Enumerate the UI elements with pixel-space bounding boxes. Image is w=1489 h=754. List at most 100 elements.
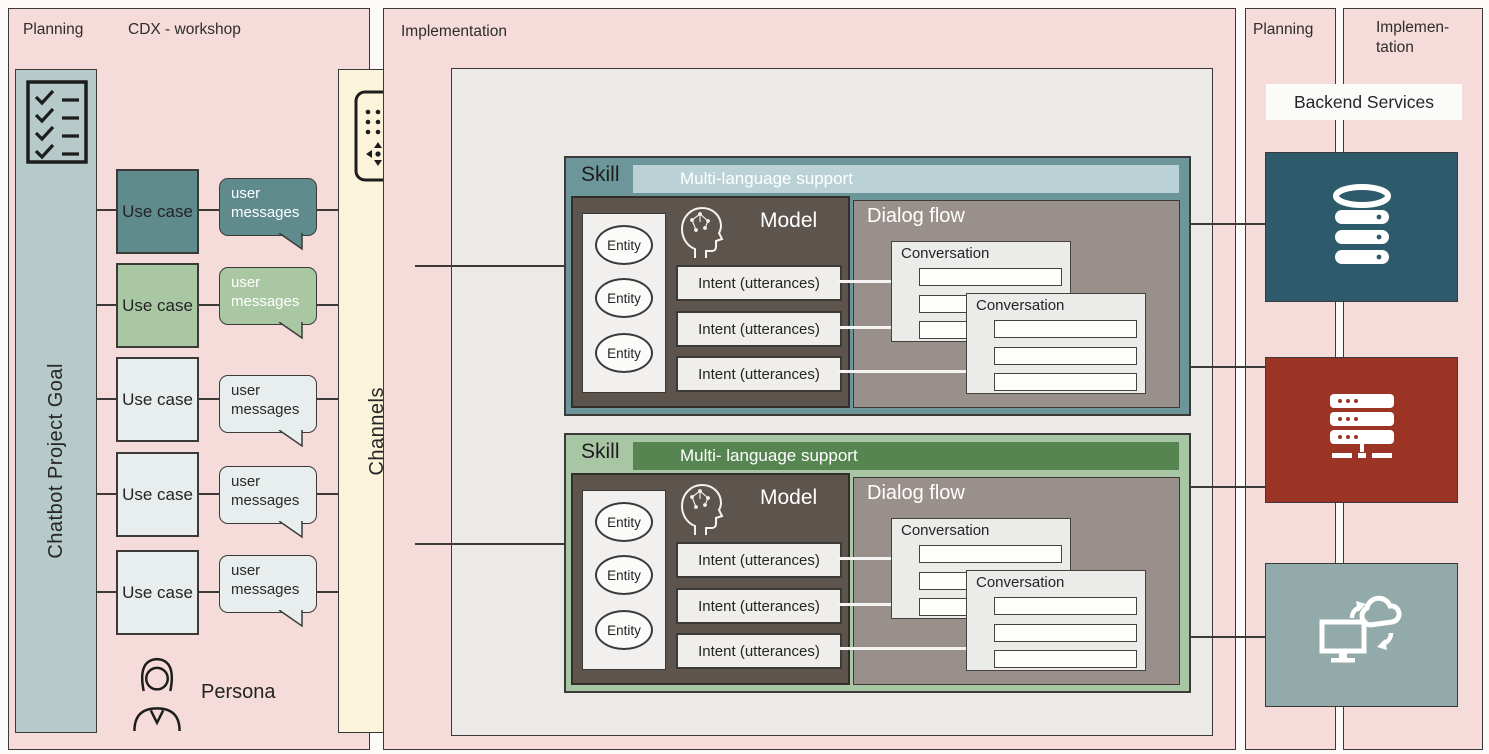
user-messages-bubble-2: user messages (219, 267, 317, 325)
intent-box: Intent (utterances) (676, 311, 842, 347)
persona-label: Persona (201, 681, 276, 704)
ai-head-icon (675, 478, 727, 543)
conversation-row (919, 545, 1062, 563)
skill2-cloud-connector (1191, 636, 1267, 638)
use-case-box-4: Use case (116, 452, 199, 537)
skill2-server-connector (1191, 486, 1267, 488)
connector-line (199, 591, 219, 593)
conversation-title: Conversation (901, 245, 989, 262)
entity-panel: Entity Entity Entity (582, 490, 666, 670)
bubble-tail (278, 322, 304, 340)
model-title: Model (760, 486, 817, 510)
connector-line (199, 304, 219, 306)
conversation-box: Conversation (966, 570, 1146, 671)
conversation-row (994, 650, 1137, 668)
connector-line (97, 493, 116, 495)
server-rack-icon (1330, 394, 1394, 467)
bubble-text: user messages (231, 562, 299, 598)
entity-oval: Entity (595, 333, 653, 373)
model-title: Model (760, 209, 817, 233)
use-case-box-1: Use case (116, 169, 199, 254)
conversation-row (994, 347, 1137, 365)
planning-label: Planning (23, 21, 83, 39)
conversation-title: Conversation (976, 574, 1064, 591)
cloud-sync-icon (1317, 595, 1407, 676)
skill-label: Skill (581, 440, 620, 464)
implementation-panel: Implementation Skill Multi-language supp… (383, 8, 1236, 750)
intent-conversation-line (838, 647, 968, 650)
ai-head-icon (675, 201, 727, 266)
database-service-box (1265, 152, 1458, 302)
skill-container-1: Skill Multi-language support Entity Enti… (564, 156, 1191, 416)
entity-oval: Entity (595, 225, 653, 265)
chatbot-project-goal-bar: Chatbot Project Goal (15, 69, 97, 733)
database-icon (1326, 183, 1398, 272)
user-messages-bubble-4: user messages (219, 466, 317, 524)
intent-box: Intent (utterances) (676, 588, 842, 624)
conversation-row (994, 320, 1137, 338)
conversation-row (994, 373, 1137, 391)
use-case-box-5: Use case (116, 550, 199, 635)
bubble-text: user messages (231, 274, 299, 310)
conversation-box: Conversation (966, 293, 1146, 394)
dialog-flow-title: Dialog flow (867, 205, 965, 228)
bubble-text: user messages (231, 185, 299, 221)
cloud-service-box (1265, 563, 1458, 707)
connector-line (199, 398, 219, 400)
entity-oval: Entity (595, 555, 653, 595)
entity-oval: Entity (595, 610, 653, 650)
dialog-flow-title: Dialog flow (867, 482, 965, 505)
checklist-icon (25, 79, 89, 170)
connector-line (317, 493, 338, 495)
right-implementation-label-line2: tation (1376, 39, 1414, 57)
conversation-row (994, 624, 1137, 642)
conversation-title: Conversation (976, 297, 1064, 314)
server-service-box (1265, 357, 1458, 503)
dialog-flow-panel: Dialog flow Conversation Conversation (853, 477, 1180, 685)
connector-line (97, 209, 116, 211)
connector-line (97, 304, 116, 306)
skill-label: Skill (581, 163, 620, 187)
intent-box: Intent (utterances) (676, 633, 842, 669)
conversation-row (994, 597, 1137, 615)
use-case-box-3: Use case (116, 357, 199, 442)
model-box: Entity Entity Entity (571, 196, 850, 408)
chatbot-architecture-diagram: Planning CDX - workshop (0, 0, 1489, 754)
persona-icon (127, 653, 187, 738)
cdx-workshop-label: CDX - workshop (128, 21, 241, 39)
connector-line (97, 591, 116, 593)
conversation-title: Conversation (901, 522, 989, 539)
skill1-database-connector (1191, 223, 1267, 225)
skill1-server-connector (1191, 366, 1267, 368)
channels-skill1-connector (415, 265, 565, 267)
bubble-tail (278, 233, 304, 251)
connector-line (317, 304, 338, 306)
multi-language-support-header: Multi- language support (633, 442, 1179, 470)
multi-language-support-header: Multi-language support (633, 165, 1179, 193)
model-box: Entity Entity Entity (571, 473, 850, 685)
bubble-text: user messages (231, 473, 299, 509)
intent-conversation-line (838, 603, 893, 606)
use-case-box-2: Use case (116, 263, 199, 348)
right-implementation-label-line1: Implemen- (1376, 19, 1449, 37)
bubble-tail (278, 610, 304, 628)
intent-box: Intent (utterances) (676, 542, 842, 578)
intent-conversation-line (838, 370, 968, 373)
bubble-tail (278, 521, 304, 539)
channels-skill2-connector (415, 543, 565, 545)
connector-line (97, 398, 116, 400)
intent-conversation-line (838, 326, 893, 329)
intent-box: Intent (utterances) (676, 265, 842, 301)
conversation-row (919, 268, 1062, 286)
connector-line (317, 209, 338, 211)
intent-conversation-line (838, 557, 893, 560)
connector-line (199, 493, 219, 495)
user-messages-bubble-3: user messages (219, 375, 317, 433)
connector-line (317, 398, 338, 400)
user-messages-bubble-1: user messages (219, 178, 317, 236)
backend-services-label: Backend Services (1266, 84, 1462, 120)
intent-box: Intent (utterances) (676, 356, 842, 392)
skill-container-2: Skill Multi- language support Entity Ent… (564, 433, 1191, 693)
chatbot-project-goal-label: Chatbot Project Goal (45, 363, 68, 559)
entity-panel: Entity Entity Entity (582, 213, 666, 393)
